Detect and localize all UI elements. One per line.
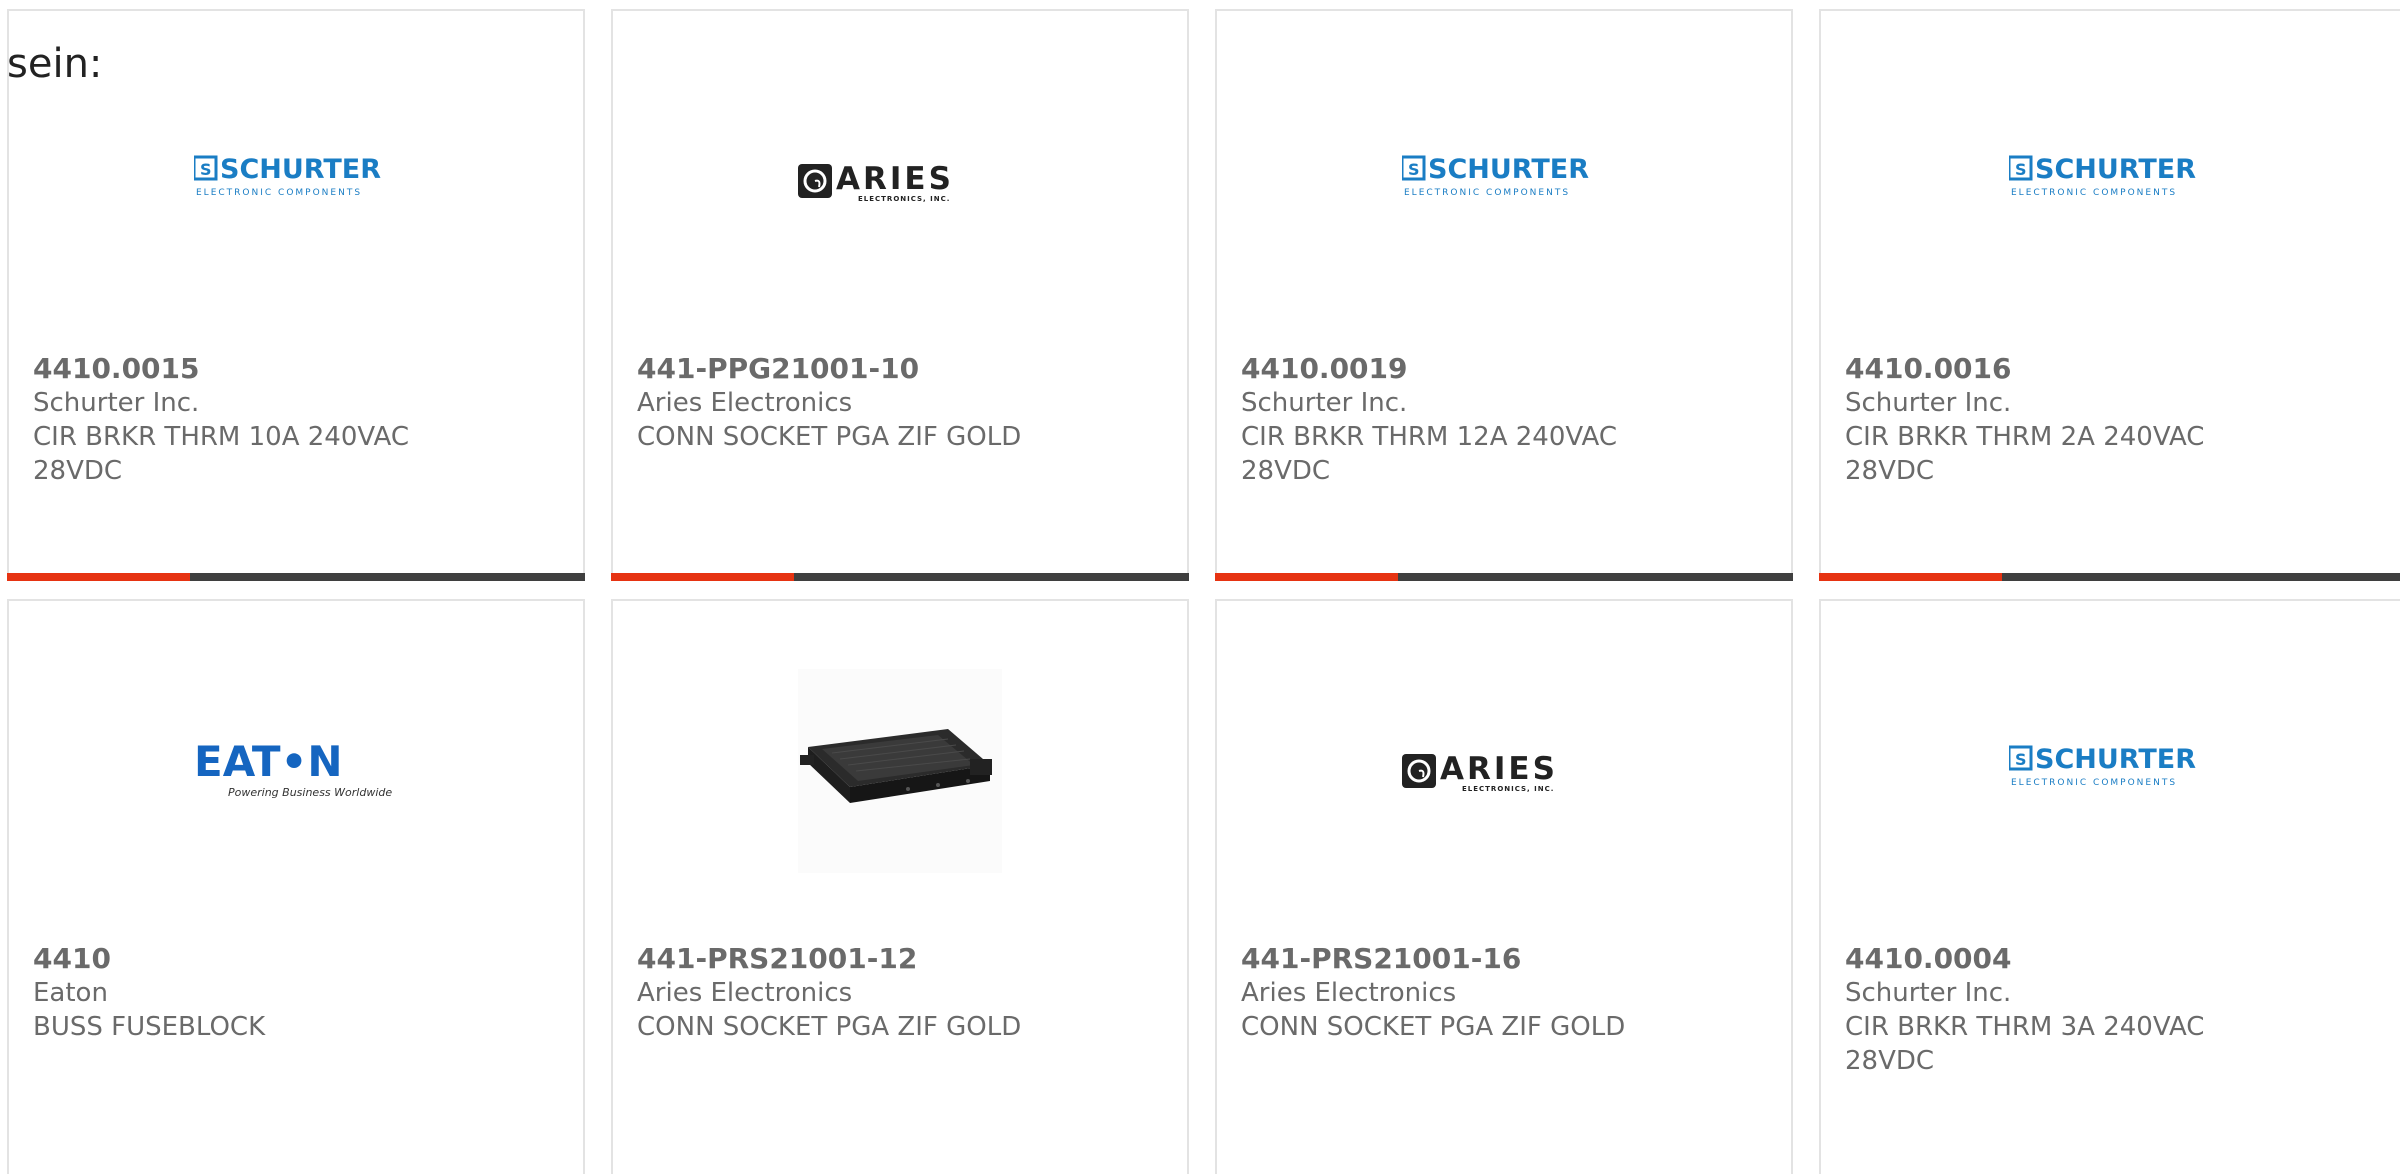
manufacturer: Schurter Inc. bbox=[1845, 978, 2012, 1008]
part-number[interactable]: 4410.0019 bbox=[1241, 352, 1671, 386]
svg-text:ELECTRONICS, INC.: ELECTRONICS, INC. bbox=[858, 195, 950, 203]
description: CONN SOCKET PGA ZIF GOLD bbox=[1241, 1012, 1626, 1042]
card-bar bbox=[611, 573, 1189, 581]
part-number[interactable]: 4410.0015 bbox=[33, 352, 463, 386]
part-number[interactable]: 441-PRS21001-12 bbox=[637, 942, 1067, 976]
aries-logo: ARIES ELECTRONICS, INC. bbox=[1402, 669, 1606, 873]
svg-text:SCHURTER: SCHURTER bbox=[220, 154, 381, 185]
card-bar-accent bbox=[611, 573, 794, 581]
description: CIR BRKR THRM 2A 240VAC 28VDC bbox=[1845, 422, 2205, 486]
description: CONN SOCKET PGA ZIF GOLD bbox=[637, 422, 1022, 452]
card-bar bbox=[1819, 573, 2400, 581]
card-bar bbox=[7, 573, 585, 581]
manufacturer: Schurter Inc. bbox=[1241, 388, 1408, 418]
product-info: 441-PPG21001-10 Aries Electronics CONN S… bbox=[637, 352, 1067, 454]
svg-text:S: S bbox=[2015, 750, 2027, 769]
product-card[interactable]: S SCHURTER ELECTRONIC COMPONENTS 4410.00… bbox=[1215, 9, 1793, 581]
part-number[interactable]: 441-PRS21001-16 bbox=[1241, 942, 1671, 976]
product-info: 4410.0016 Schurter Inc. CIR BRKR THRM 2A… bbox=[1845, 352, 2275, 488]
svg-text:Powering Business Worldwide: Powering Business Worldwide bbox=[228, 786, 392, 799]
eaton-logo: EAT•N Powering Business Worldwide bbox=[194, 669, 398, 873]
schurter-logo: S SCHURTER ELECTRONIC COMPONENTS bbox=[2008, 79, 2213, 283]
svg-text:ARIES: ARIES bbox=[836, 161, 954, 197]
aries-logo: ARIES ELECTRONICS, INC. bbox=[798, 79, 1002, 283]
product-card[interactable]: S SCHURTER ELECTRONIC COMPONENTS 4410.00… bbox=[7, 9, 585, 581]
product-info: 4410.0015 Schurter Inc. CIR BRKR THRM 10… bbox=[33, 352, 463, 488]
schurter-logo: S SCHURTER ELECTRONIC COMPONENTS bbox=[2008, 669, 2213, 873]
part-number[interactable]: 4410 bbox=[33, 942, 463, 976]
product-info: 441-PRS21001-16 Aries Electronics CONN S… bbox=[1241, 942, 1671, 1044]
product-info: 4410.0019 Schurter Inc. CIR BRKR THRM 12… bbox=[1241, 352, 1671, 488]
svg-text:ELECTRONIC COMPONENTS: ELECTRONIC COMPONENTS bbox=[1404, 188, 1570, 198]
product-info: 441-PRS21001-12 Aries Electronics CONN S… bbox=[637, 942, 1067, 1044]
product-info: 4410.0004 Schurter Inc. CIR BRKR THRM 3A… bbox=[1845, 942, 2275, 1078]
schurter-logo: S SCHURTER ELECTRONIC COMPONENTS bbox=[1402, 79, 1606, 283]
description: CIR BRKR THRM 10A 240VAC 28VDC bbox=[33, 422, 409, 486]
svg-text:S: S bbox=[1408, 160, 1420, 179]
description: CIR BRKR THRM 12A 240VAC 28VDC bbox=[1241, 422, 1617, 486]
product-card[interactable]: ARIES ELECTRONICS, INC. 441-PRS21001-16 … bbox=[1215, 599, 1793, 1174]
manufacturer: Aries Electronics bbox=[1241, 978, 1457, 1008]
svg-text:SCHURTER: SCHURTER bbox=[2035, 154, 2196, 185]
svg-text:SCHURTER: SCHURTER bbox=[2035, 744, 2196, 775]
manufacturer: Aries Electronics bbox=[637, 978, 853, 1008]
svg-text:EAT•N: EAT•N bbox=[194, 737, 343, 786]
description: CONN SOCKET PGA ZIF GOLD bbox=[637, 1012, 1022, 1042]
svg-text:S: S bbox=[2015, 160, 2027, 179]
manufacturer: Eaton bbox=[33, 978, 108, 1008]
part-number[interactable]: 4410.0016 bbox=[1845, 352, 2275, 386]
description: CIR BRKR THRM 3A 240VAC 28VDC bbox=[1845, 1012, 2205, 1076]
product-grid: S SCHURTER ELECTRONIC COMPONENTS 4410.00… bbox=[7, 9, 2400, 1174]
svg-text:ELECTRONIC COMPONENTS: ELECTRONIC COMPONENTS bbox=[2011, 778, 2177, 788]
product-card[interactable]: S SCHURTER ELECTRONIC COMPONENTS 4410.00… bbox=[1819, 599, 2400, 1174]
manufacturer: Schurter Inc. bbox=[33, 388, 200, 418]
svg-text:ELECTRONICS, INC.: ELECTRONICS, INC. bbox=[1462, 785, 1554, 793]
intro-text: sein: bbox=[7, 41, 103, 87]
card-bar-accent bbox=[7, 573, 190, 581]
manufacturer: Schurter Inc. bbox=[1845, 388, 2012, 418]
description: BUSS FUSEBLOCK bbox=[33, 1012, 266, 1042]
card-bar bbox=[1215, 573, 1793, 581]
schurter-logo: S SCHURTER ELECTRONIC COMPONENTS bbox=[194, 79, 398, 283]
manufacturer: Aries Electronics bbox=[637, 388, 853, 418]
svg-text:ELECTRONIC COMPONENTS: ELECTRONIC COMPONENTS bbox=[2011, 188, 2177, 198]
svg-text:ELECTRONIC COMPONENTS: ELECTRONIC COMPONENTS bbox=[196, 188, 362, 198]
card-bar-accent bbox=[1215, 573, 1398, 581]
product-card[interactable]: ARIES ELECTRONICS, INC. 441-PPG21001-10 … bbox=[611, 9, 1189, 581]
product-card[interactable]: 441-PRS21001-12 Aries Electronics CONN S… bbox=[611, 599, 1189, 1174]
svg-text:ARIES: ARIES bbox=[1440, 751, 1558, 787]
product-card[interactable]: S SCHURTER ELECTRONIC COMPONENTS 4410.00… bbox=[1819, 9, 2400, 581]
product-info: 4410 Eaton BUSS FUSEBLOCK bbox=[33, 942, 463, 1044]
part-number[interactable]: 441-PPG21001-10 bbox=[637, 352, 1067, 386]
svg-text:S: S bbox=[200, 160, 212, 179]
card-bar-accent bbox=[1819, 573, 2002, 581]
zif-socket-photo bbox=[798, 669, 1002, 873]
part-number[interactable]: 4410.0004 bbox=[1845, 942, 2275, 976]
product-card[interactable]: EAT•N Powering Business Worldwide 4410 E… bbox=[7, 599, 585, 1174]
svg-text:SCHURTER: SCHURTER bbox=[1428, 154, 1589, 185]
